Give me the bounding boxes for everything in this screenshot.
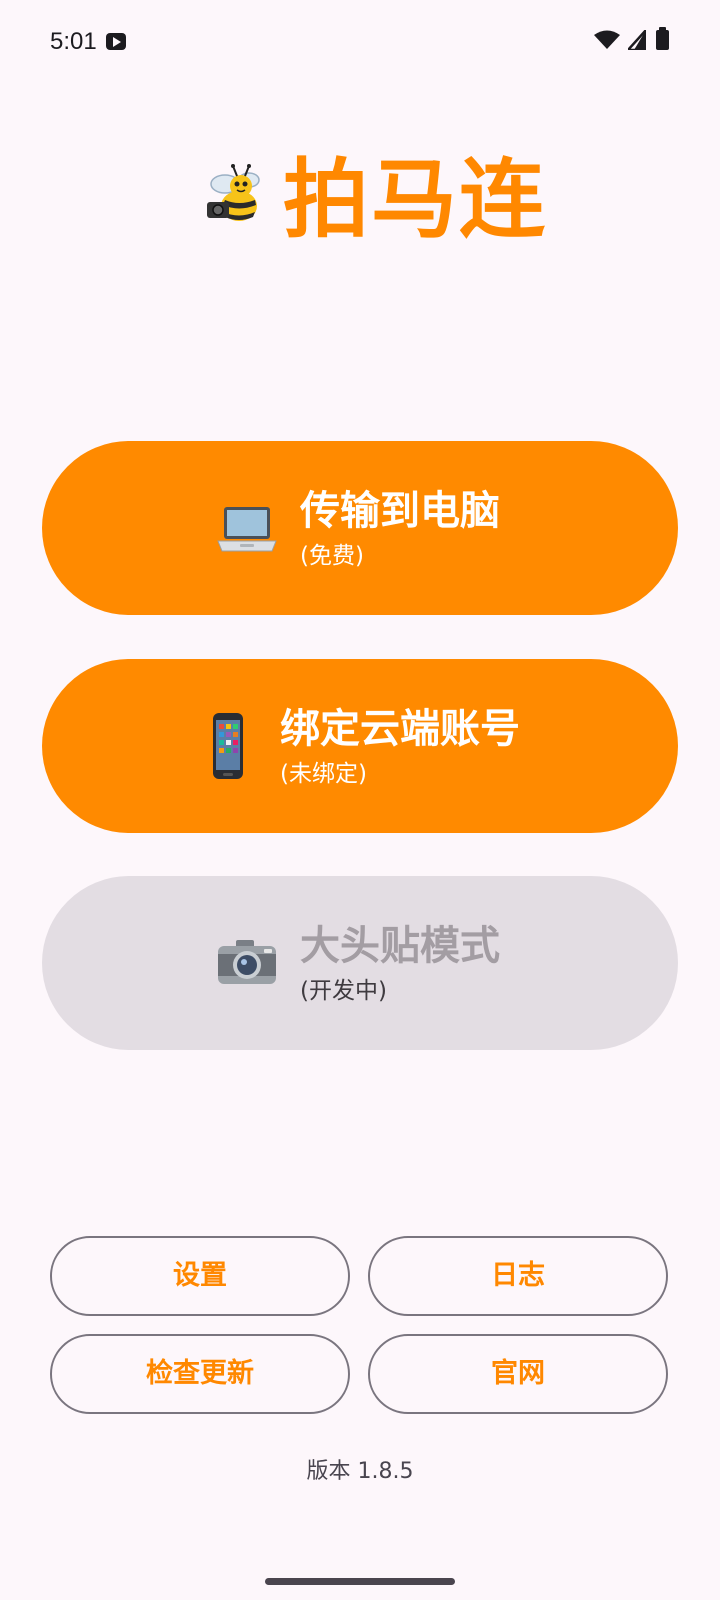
- wifi-icon: [594, 30, 620, 49]
- signal-icon: [628, 30, 646, 50]
- status-time: 5:01: [50, 28, 97, 55]
- photo-sticker-mode-button[interactable]: 大头贴模式 (开发中): [42, 876, 678, 1050]
- bee-icon: [207, 164, 260, 221]
- transfer-to-computer-status: (免费): [300, 543, 364, 569]
- battery-icon: [656, 27, 669, 50]
- check-update-button[interactable]: 检查更新: [50, 1334, 350, 1414]
- app-title: 拍马连: [283, 150, 547, 250]
- app-header: 拍马连: [0, 150, 720, 260]
- camera-icon: [218, 940, 276, 984]
- settings-button[interactable]: 设置: [50, 1236, 350, 1316]
- version-text: 版本 1.8.5: [306, 1459, 414, 1484]
- photo-sticker-mode-status: (开发中): [300, 978, 387, 1004]
- bind-cloud-account-button[interactable]: 绑定云端账号 (未绑定): [42, 659, 678, 833]
- mobile-phone-icon: [213, 713, 243, 779]
- status-bar: 5:01: [0, 0, 720, 84]
- photo-sticker-mode-label: 大头贴模式: [300, 923, 500, 969]
- home-indicator[interactable]: [265, 1578, 455, 1585]
- transfer-to-computer-label: 传输到电脑: [300, 488, 500, 534]
- website-button[interactable]: 官网: [368, 1334, 668, 1414]
- bind-cloud-account-label: 绑定云端账号: [280, 706, 520, 752]
- logs-button[interactable]: 日志: [368, 1236, 668, 1316]
- bind-cloud-account-status: (未绑定): [280, 761, 367, 787]
- transfer-to-computer-button[interactable]: 传输到电脑 (免费): [42, 441, 678, 615]
- laptop-icon: [217, 507, 277, 552]
- app-notification-icon: [106, 33, 126, 50]
